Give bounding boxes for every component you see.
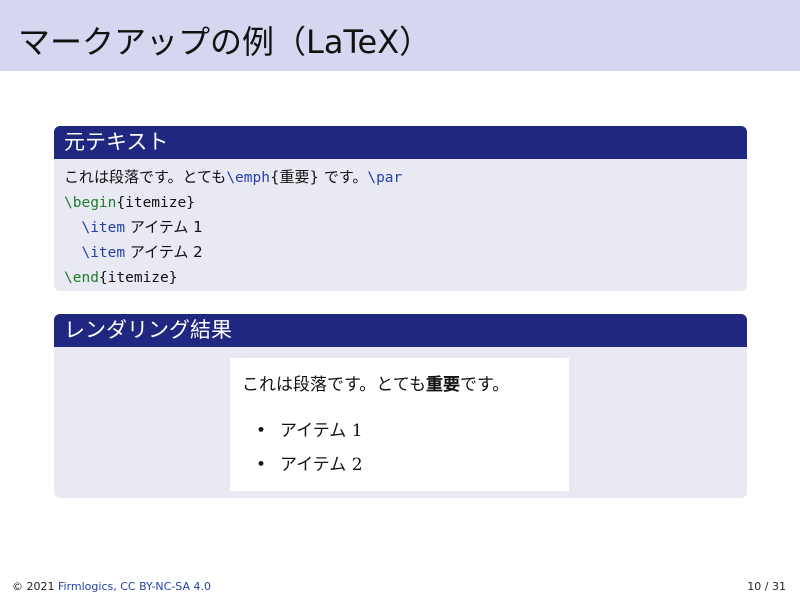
list-item-text: アイテム 1 xyxy=(280,421,363,441)
latex-command-emph: \emph xyxy=(226,170,270,186)
copyright-text: © 2021 xyxy=(12,580,58,593)
source-text: です。 xyxy=(319,168,368,186)
latex-source: これは段落です。とても\emph{重要} です。\par \begin{item… xyxy=(54,159,747,290)
source-indent xyxy=(64,245,81,261)
latex-command-begin: \begin xyxy=(64,195,117,211)
source-line-5: \end{itemize} xyxy=(64,265,737,290)
source-line-1: これは段落です。とても\emph{重要} です。\par xyxy=(64,165,737,190)
render-block-heading: レンダリング結果 xyxy=(54,314,747,347)
author-link[interactable]: Firmlogics, CC BY-NC-SA 4.0 xyxy=(58,580,211,593)
page-number: 10 / 31 xyxy=(747,580,786,593)
source-line-2: \begin{itemize} xyxy=(64,190,737,215)
bullet-icon: • xyxy=(256,455,267,475)
source-text: アイテム 2 xyxy=(125,243,203,261)
latex-argument: {itemize} xyxy=(98,270,178,286)
rendered-text: これは段落です。とても xyxy=(242,375,426,395)
rendered-output: これは段落です。とても重要です。 • アイテム 1 • アイテム 2 xyxy=(230,358,569,491)
source-text-block: 元テキスト これは段落です。とても\emph{重要} です。\par \begi… xyxy=(54,126,747,291)
latex-command-par: \par xyxy=(367,170,403,186)
source-line-3: \item アイテム 1 xyxy=(64,215,737,240)
footer-copyright: © 2021 Firmlogics, CC BY-NC-SA 4.0 xyxy=(12,580,211,593)
rendered-paragraph: これは段落です。とても重要です。 xyxy=(242,370,509,395)
bullet-icon: • xyxy=(256,421,267,441)
latex-command-item: \item xyxy=(81,245,126,261)
list-item: • アイテム 2 xyxy=(256,450,363,484)
latex-argument: {itemize} xyxy=(116,195,195,211)
source-indent xyxy=(64,220,81,236)
source-text: アイテム 1 xyxy=(125,218,203,236)
rendered-list: • アイテム 1 • アイテム 2 xyxy=(256,416,363,484)
list-item-text: アイテム 2 xyxy=(280,455,363,475)
source-line-4: \item アイテム 2 xyxy=(64,240,737,265)
source-block-heading: 元テキスト xyxy=(54,126,747,159)
list-item: • アイテム 1 xyxy=(256,416,363,450)
rendered-result-block: レンダリング結果 これは段落です。とても重要です。 • アイテム 1 • アイテム … xyxy=(54,314,747,498)
latex-argument: {重要} xyxy=(269,168,320,186)
slide-title: マークアップの例（LaTeX） xyxy=(18,23,432,61)
rendered-text: です。 xyxy=(459,375,510,395)
latex-command-item: \item xyxy=(81,220,126,236)
latex-command-end: \end xyxy=(64,270,99,286)
source-text: これは段落です。とても xyxy=(64,168,227,186)
rendered-emphasis: 重要 xyxy=(425,375,460,395)
slide-title-bar: マークアップの例（LaTeX） xyxy=(0,0,800,71)
